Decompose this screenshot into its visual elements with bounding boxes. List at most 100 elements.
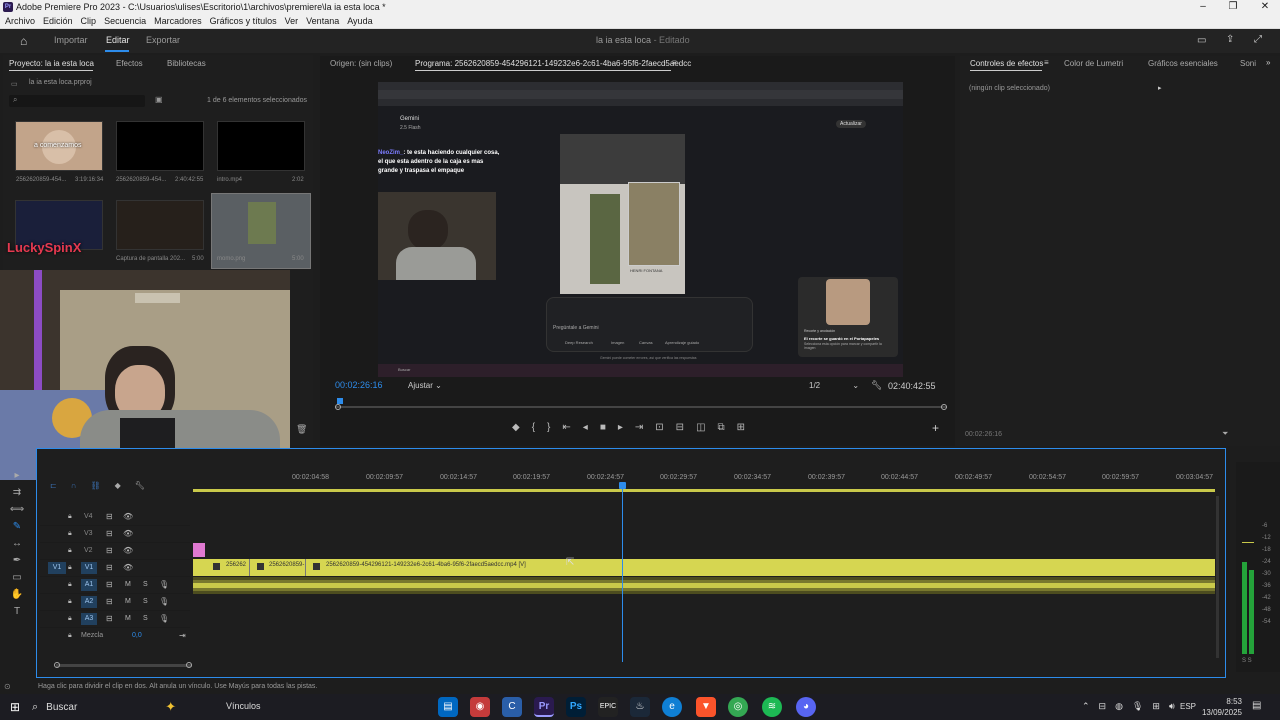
sync-lock-icon[interactable]: ⊟ (106, 546, 113, 555)
sync-lock-icon[interactable]: ⊟ (106, 614, 113, 623)
export-frame-icon[interactable]: ◫ (696, 422, 705, 433)
chrome-icon[interactable]: ◎ (728, 697, 748, 717)
lock-icon[interactable]: 🔒︎ (68, 547, 72, 555)
stop-icon[interactable]: ■ (600, 422, 606, 433)
tray-app-icon[interactable]: ◍ (1115, 701, 1123, 712)
menu-archivo[interactable]: Archivo (5, 15, 35, 28)
tray-mic-icon[interactable]: 🎙︎ (1132, 701, 1143, 712)
menu-ver[interactable]: Ver (285, 15, 299, 28)
home-icon[interactable]: ⌂ (20, 34, 27, 48)
track-select-icon[interactable]: ⇉ (13, 487, 21, 498)
step-back-icon[interactable]: ◂ (583, 422, 588, 433)
source-patch-v1[interactable]: V1 (48, 562, 66, 574)
sync-lock-icon[interactable]: ⊟ (106, 580, 113, 589)
thumbnail-item-3[interactable] (217, 121, 305, 171)
windows-start-icon[interactable]: ⊞ (10, 700, 20, 714)
files-app-icon[interactable]: ▤ (438, 697, 458, 717)
more-tabs-icon[interactable]: » (1266, 58, 1270, 67)
timeline-horizontal-scrollbar[interactable] (54, 662, 192, 668)
lift-icon[interactable]: ⊡ (655, 422, 663, 433)
lock-icon[interactable]: 🔒︎ (68, 632, 72, 640)
tab-programa[interactable]: Programa: 2562620859-454296121-149232e6-… (415, 59, 691, 68)
mute-button[interactable]: M (125, 581, 131, 588)
mark-in-icon[interactable]: { (532, 422, 535, 433)
hand-tool-icon[interactable]: ✋ (11, 589, 23, 600)
compare-icon[interactable]: ⧉ (718, 422, 725, 433)
tab-bibliotecas[interactable]: Bibliotecas (167, 59, 206, 68)
timeline-ruler[interactable]: 00:02:04:58 00:02:09:57 00:02:14:57 00:0… (193, 474, 1218, 486)
discord-icon[interactable]: ◕ (796, 697, 816, 717)
clock[interactable]: 8:53 13/09/2025 (1200, 696, 1242, 718)
panel-menu-icon[interactable]: ≡ (672, 58, 677, 67)
share-icon[interactable]: ⇪ (1226, 34, 1234, 45)
epic-games-icon[interactable]: EPIC (598, 697, 618, 717)
lock-icon[interactable]: 🔒︎ (68, 564, 72, 572)
mic-icon[interactable]: 🎙︎ (159, 580, 169, 589)
new-bin-icon[interactable]: ▣ (155, 95, 163, 104)
brave-icon[interactable]: ▼ (696, 697, 716, 717)
tab-controles-efectos[interactable]: Controles de efectos (970, 59, 1043, 68)
project-search-input[interactable]: ⌕ (9, 95, 145, 107)
wrench-icon[interactable]: 🔧︎ (871, 380, 882, 391)
fullscreen-icon[interactable]: ▭ (1197, 35, 1206, 46)
nest-icon[interactable]: ⊏ (50, 481, 57, 490)
mix-end-icon[interactable]: ⇥ (179, 631, 186, 640)
resolution-dropdown[interactable]: 1/2 ⌄ (809, 381, 859, 390)
eye-icon[interactable]: 👁︎ (123, 546, 133, 555)
language-indicator[interactable]: ESP (1180, 702, 1196, 711)
settings-wrench-icon[interactable]: 🔧︎ (135, 481, 145, 490)
eye-icon[interactable]: 👁︎ (123, 512, 133, 521)
tray-network-icon[interactable]: ⊞ (1152, 701, 1160, 712)
ripple-edit-icon[interactable]: ⟺ (10, 504, 24, 515)
edge-icon[interactable]: e (662, 697, 682, 717)
sync-lock-icon[interactable]: ⊟ (106, 597, 113, 606)
extract-icon[interactable]: ⊟ (676, 422, 684, 433)
track-label-a1[interactable]: A1 (81, 579, 97, 591)
type-tool-icon[interactable]: T (14, 606, 20, 617)
tab-efectos[interactable]: Efectos (116, 59, 143, 68)
lock-icon[interactable]: 🔒︎ (68, 581, 72, 589)
menu-ventana[interactable]: Ventana (306, 15, 339, 28)
work-area-bar[interactable] (193, 489, 1215, 492)
clip-v1[interactable]: 256262 2562620859- 2562620859-454296121-… (193, 559, 1215, 576)
menu-secuencia[interactable]: Secuencia (104, 15, 146, 28)
rectangle-tool-icon[interactable]: ▭ (12, 572, 21, 583)
mic-icon[interactable]: 🎙︎ (159, 597, 169, 606)
pen-tool-icon[interactable]: ✒ (13, 555, 21, 566)
scroll-handle-left[interactable] (54, 662, 60, 668)
mute-button[interactable]: M (125, 598, 131, 605)
c-app-icon[interactable]: C (502, 697, 522, 717)
filter-icon[interactable]: ⏷ (1222, 429, 1228, 439)
tab-proyecto[interactable]: Proyecto: la ia esta loca (9, 59, 94, 68)
eye-icon[interactable]: 👁︎ (123, 529, 133, 538)
program-timecode[interactable]: 00:02:26:16 (335, 380, 383, 390)
scrubber-start-handle[interactable] (335, 404, 341, 410)
eye-icon[interactable]: 👁︎ (123, 563, 133, 572)
spotify-icon[interactable]: ≋ (762, 697, 782, 717)
sync-lock-icon[interactable]: ⊟ (106, 563, 113, 572)
clip-v2-graphic[interactable] (193, 543, 205, 557)
obs-icon[interactable]: ◉ (470, 697, 490, 717)
scroll-handle-right[interactable] (186, 662, 192, 668)
menu-clip[interactable]: Clip (81, 15, 97, 28)
tray-volume-icon[interactable]: 🔊︎ (1169, 701, 1175, 712)
linked-selection-icon[interactable]: ⛓ (90, 481, 100, 490)
track-label-v1[interactable]: V1 (81, 562, 97, 574)
taskbar-search[interactable]: ⌕ Buscar ✦ (32, 697, 222, 717)
menu-edicion[interactable]: Edición (43, 15, 73, 28)
tab-graficos-esenciales[interactable]: Gráficos esenciales (1148, 59, 1218, 68)
tray-controller-icon[interactable]: ⊟ (1099, 701, 1107, 712)
tab-importar[interactable]: Importar (54, 35, 88, 45)
razor-tool-icon[interactable]: ✎ (13, 521, 21, 532)
clip-a1-audio[interactable] (193, 577, 1215, 594)
tab-color-lumetri[interactable]: Color de Lumetri (1064, 59, 1123, 68)
add-button-icon[interactable]: + (932, 421, 939, 435)
marker-icon[interactable]: ◆ (512, 422, 520, 433)
track-label-a3[interactable]: A3 (81, 613, 97, 625)
menu-graficos[interactable]: Gráficos y títulos (210, 15, 277, 28)
lock-icon[interactable]: 🔒︎ (68, 615, 72, 623)
maximize-icon[interactable]: ❐ (1218, 0, 1248, 15)
sync-lock-icon[interactable]: ⊟ (106, 529, 113, 538)
playhead-handle[interactable] (619, 482, 627, 489)
solo-button[interactable]: S (143, 615, 148, 622)
